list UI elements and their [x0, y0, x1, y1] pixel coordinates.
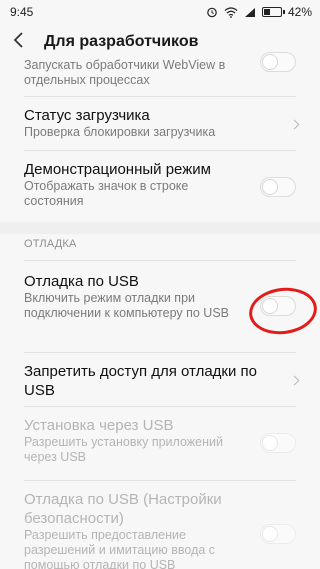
divider: [24, 352, 296, 353]
toggle-knob: [262, 526, 278, 542]
back-arrow-icon[interactable]: [12, 31, 36, 53]
wifi-icon: [224, 6, 238, 18]
page-title: Для разработчиков: [44, 33, 199, 50]
setting-title: Демонстрационный режим: [24, 161, 211, 178]
divider: [24, 150, 296, 151]
divider: [24, 406, 296, 407]
cell-signal-icon: [244, 7, 256, 18]
toggle-knob: [262, 54, 278, 70]
setting-subtitle: Включить режим отладки при подключении к…: [24, 291, 229, 320]
section-header-debug: ОТЛАДКА: [24, 238, 77, 250]
battery-percent: 42%: [287, 5, 312, 19]
status-icons: 42%: [206, 5, 312, 19]
status-bar: 9:45 42%: [0, 0, 320, 24]
webview-toggle[interactable]: [260, 52, 296, 72]
battery-icon: [261, 7, 285, 17]
status-time: 9:45: [10, 5, 34, 19]
setting-title: Установка через USB: [24, 417, 174, 434]
setting-subtitle: Проверка блокировки загрузчика: [24, 125, 216, 139]
setting-title: Отладка по USB: [24, 273, 139, 290]
divider: [24, 480, 296, 481]
setting-title: Запретить доступ для отладки по USB: [24, 363, 258, 399]
setting-title: Статус загрузчика: [24, 107, 150, 124]
setting-subtitle: Отображать значок в строке состояния: [24, 179, 189, 208]
setting-subtitle: Разрешить установку приложений через USB: [24, 435, 223, 464]
divider: [24, 260, 296, 261]
usb-install-toggle[interactable]: [260, 433, 296, 453]
section-gap: [0, 222, 320, 234]
setting-row-bootloader[interactable]: Статус загрузчика Проверка блокировки за…: [0, 106, 320, 140]
setting-row-revoke-usb[interactable]: Запретить доступ для отладки по USB: [0, 362, 320, 400]
setting-subtitle: Запускать обработчики WebView в отдельны…: [24, 58, 226, 87]
setting-subtitle: Разрешить предоставление разрешений и им…: [24, 528, 216, 569]
alarm-icon: [206, 6, 218, 18]
demo-mode-toggle[interactable]: [260, 177, 296, 197]
toggle-knob: [262, 435, 278, 451]
toggle-knob: [262, 179, 278, 195]
setting-title: Отладка по USB (Настройки безопасности): [24, 491, 222, 527]
divider: [24, 96, 296, 97]
usb-security-toggle[interactable]: [260, 524, 296, 544]
